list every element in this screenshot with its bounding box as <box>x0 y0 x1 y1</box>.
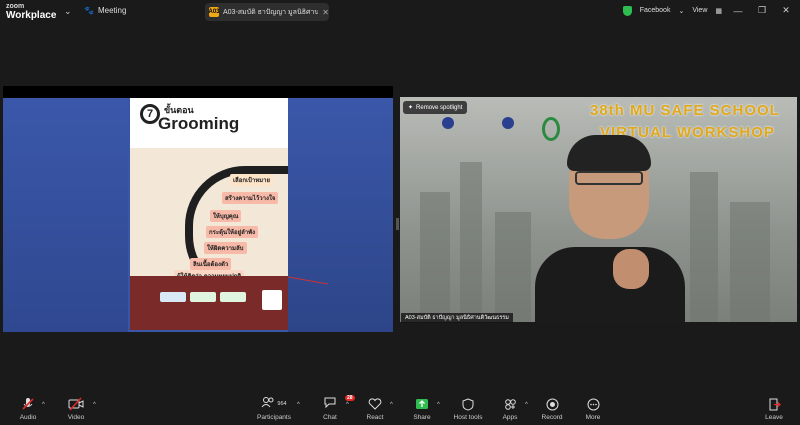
poster-heading-main: Grooming <box>158 114 240 133</box>
close-icon[interactable]: ✕ <box>322 8 329 17</box>
react-label: React <box>366 414 384 421</box>
host-tools-button[interactable]: Host tools <box>448 397 488 421</box>
facebook-label[interactable]: Facebook <box>640 7 671 14</box>
glasses <box>575 171 643 185</box>
share-screen-icon <box>415 397 429 411</box>
view-grid-icon[interactable]: ▦ <box>715 7 722 15</box>
university-logo <box>478 117 538 131</box>
participant-name-tag: A03-สมบัติ ธาปัญญา มูลนิธิศานติวัฒนธรรม <box>401 313 513 323</box>
chevron-up-icon[interactable]: ^ <box>42 402 45 408</box>
chevron-down-icon[interactable]: ⌄ <box>678 7 684 15</box>
poster-footer <box>130 276 288 330</box>
more-button[interactable]: More <box>573 397 613 421</box>
speaker-video[interactable]: 38th MU SAFE SCHOOL VIRTUAL WORKSHOP <box>400 97 797 322</box>
chat-label: Chat <box>323 414 337 421</box>
chevron-up-icon[interactable]: ^ <box>437 402 440 408</box>
poster-step: ลินเนื้อต้องตัว <box>190 258 232 270</box>
leave-button[interactable]: Leave <box>754 397 794 421</box>
audio-button[interactable]: Audio <box>8 397 48 421</box>
audio-label: Audio <box>19 414 37 421</box>
poster-number: 7 <box>140 104 160 124</box>
spotlight-icon: ✦ <box>408 105 414 111</box>
participants-count: 964 <box>277 401 287 407</box>
share-label: Share <box>413 414 431 421</box>
chat-icon <box>323 395 337 413</box>
host-tools-label: Host tools <box>453 414 483 421</box>
qr-code <box>262 290 282 310</box>
title-bar: zoom Workplace ⌄ 🐾 Meeting A03 A03-สมบัต… <box>0 0 800 24</box>
apps-button[interactable]: Apps <box>490 397 530 421</box>
workshop-logo <box>542 117 560 141</box>
record-icon <box>546 397 559 411</box>
poster-step: กระตุ้นให้อยู่ลำพัง <box>206 226 259 238</box>
leave-icon <box>768 397 781 411</box>
meeting-tab-icon: A03 <box>208 7 220 17</box>
shared-screen[interactable]: 7 ขั้นตอน Grooming เลือกเป้าหมาย สร้างคว… <box>3 86 393 332</box>
chevron-up-icon[interactable]: ^ <box>346 402 349 408</box>
share-button[interactable]: Share <box>402 397 442 421</box>
participants-icon <box>261 395 275 413</box>
participants-label: Participants <box>257 414 291 421</box>
university-logo <box>418 117 478 131</box>
split-resize-handle[interactable] <box>396 218 399 230</box>
record-label: Record <box>541 414 563 421</box>
remove-spotlight-button[interactable]: ✦ Remove spotlight <box>403 101 468 114</box>
video-button[interactable]: Video <box>56 397 96 421</box>
record-button[interactable]: Record <box>532 397 572 421</box>
meeting-tab[interactable]: A03 A03-สมบัติ ธาปัญญา มูลนิธิศานติวัฒ ✕ <box>205 3 329 21</box>
zoom-logo: zoom Workplace <box>6 2 57 21</box>
leave-label: Leave <box>765 414 783 421</box>
poster-step: ให้ผิดความลับ <box>204 242 247 254</box>
react-button[interactable]: React <box>355 397 395 421</box>
mic-muted-icon <box>21 397 35 411</box>
heart-icon <box>368 397 382 411</box>
poster-step: เลือกเป้าหมาย <box>230 174 273 186</box>
apps-label: Apps <box>502 414 518 421</box>
camera-off-icon <box>68 397 84 411</box>
remove-spotlight-label: Remove spotlight <box>416 104 463 111</box>
banner-title-line1: 38th MU SAFE SCHOOL <box>590 102 780 119</box>
chat-badge: 28 <box>345 395 355 401</box>
brand-line2: Workplace <box>6 10 57 21</box>
chevron-up-icon[interactable]: ^ <box>525 402 528 408</box>
participants-button[interactable]: 964 Participants <box>253 397 295 421</box>
speaker-figure <box>535 135 685 322</box>
chevron-up-icon[interactable]: ^ <box>297 402 300 408</box>
restore-icon[interactable]: ❐ <box>754 5 770 16</box>
video-label: Video <box>67 414 85 421</box>
poster-step: สร้างความไว้วางใจ <box>222 192 279 204</box>
paw-icon: 🐾 <box>84 6 94 15</box>
shield-icon <box>462 397 474 411</box>
minimize-icon[interactable]: — <box>730 6 746 16</box>
chevron-down-icon[interactable]: ⌄ <box>64 6 72 17</box>
poster-step: ให้บุญคุณ <box>210 210 242 222</box>
meeting-tab-text: A03-สมบัติ ธาปัญญา มูลนิธิศานติวัฒ <box>223 8 319 16</box>
more-label: More <box>585 414 601 421</box>
meeting-toolbar: Audio ^ Video ^ 964 Participants ^ 28 Ch… <box>0 394 800 425</box>
view-label[interactable]: View <box>692 7 707 14</box>
chevron-up-icon[interactable]: ^ <box>93 402 96 408</box>
meeting-menu[interactable]: 🐾 Meeting <box>84 6 126 15</box>
close-window-icon[interactable]: ✕ <box>778 5 794 16</box>
chevron-up-icon[interactable]: ^ <box>390 402 393 408</box>
more-icon <box>587 397 600 411</box>
meeting-label: Meeting <box>97 6 127 15</box>
grooming-poster: 7 ขั้นตอน Grooming เลือกเป้าหมาย สร้างคว… <box>130 98 288 330</box>
apps-icon <box>504 397 517 411</box>
shield-icon[interactable] <box>622 5 632 16</box>
chat-button[interactable]: 28 Chat <box>310 395 355 421</box>
